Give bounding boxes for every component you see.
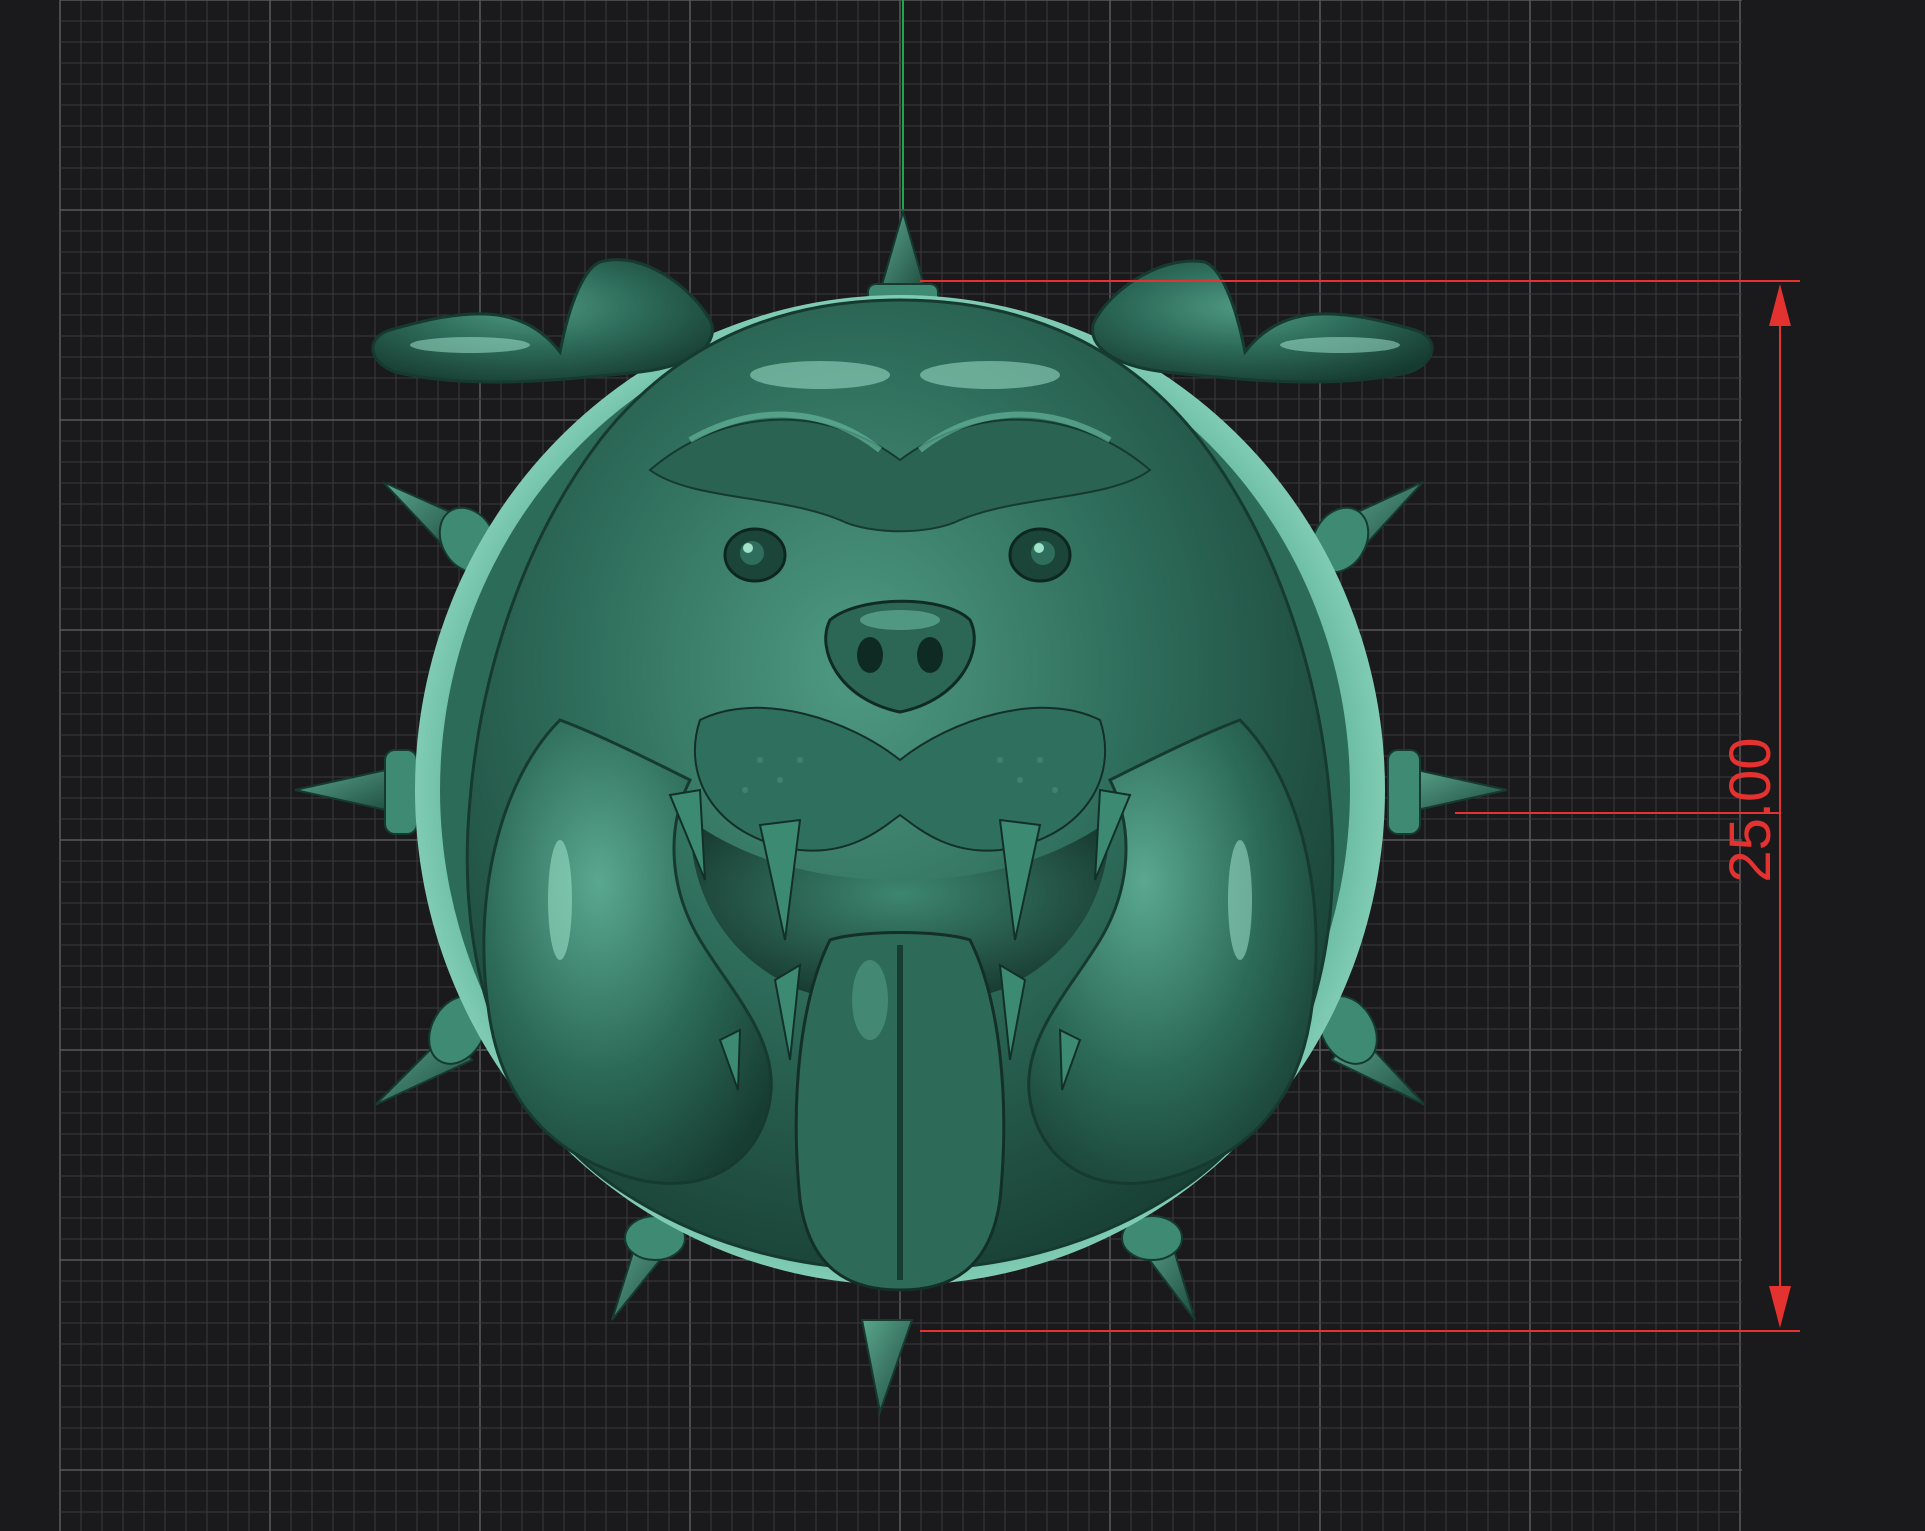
dimension-value: 25.00 (1718, 737, 1783, 882)
cad-viewport[interactable]: 25.00 (0, 0, 1925, 1531)
viewport-canvas[interactable]: 25.00 (0, 0, 1925, 1531)
